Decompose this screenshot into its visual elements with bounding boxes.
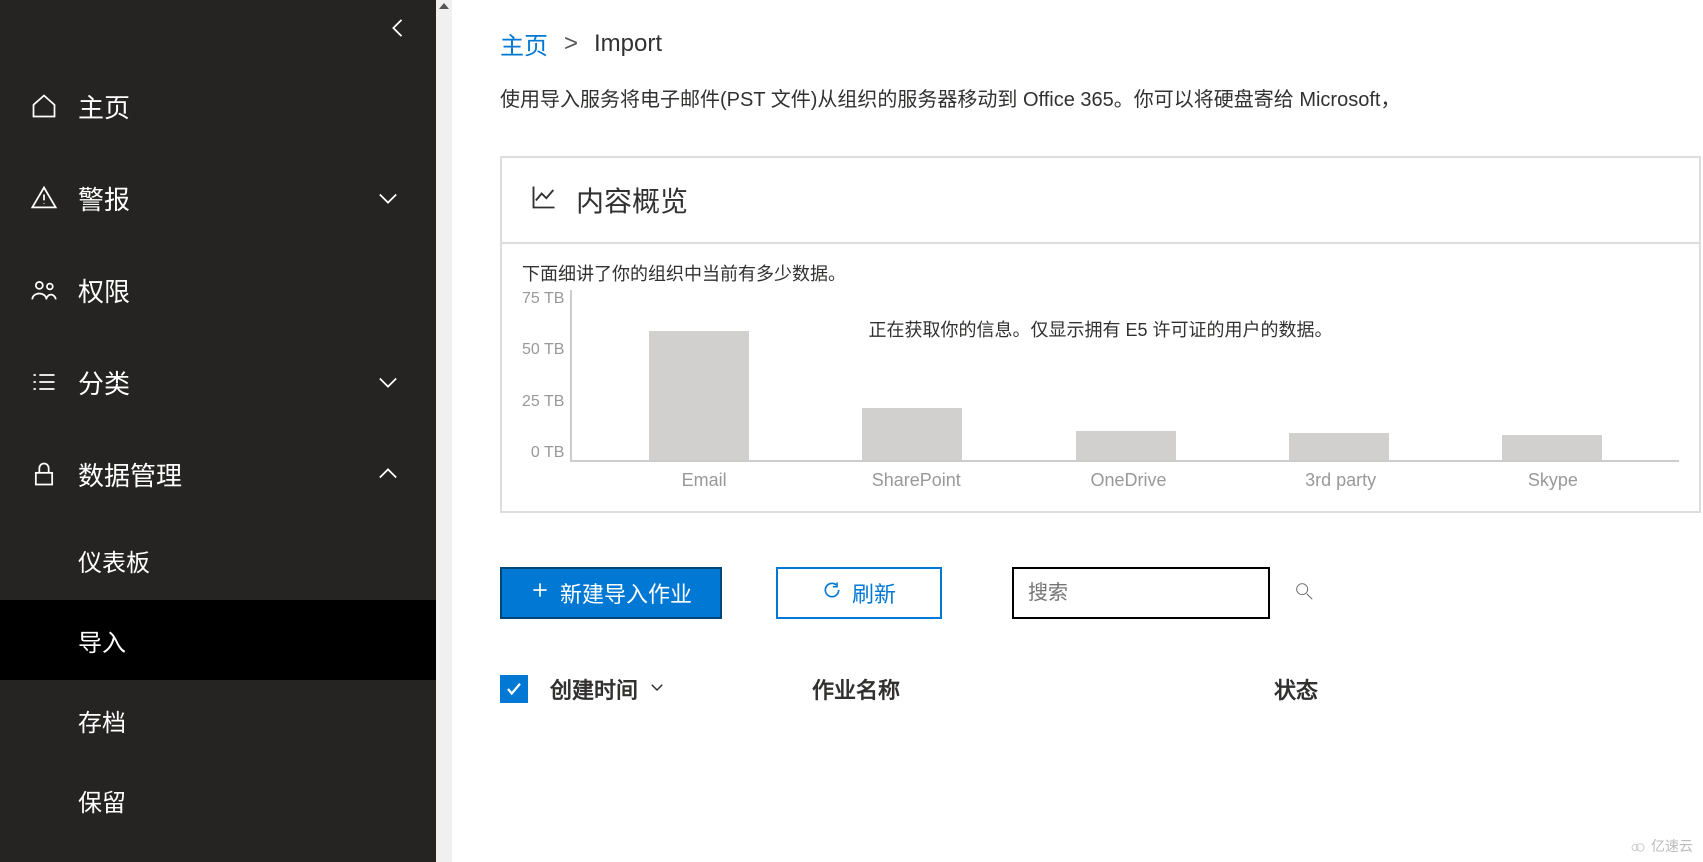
chevron-down-icon <box>374 368 402 396</box>
sidebar-subitem-label: 存档 <box>78 703 126 738</box>
jobs-table-header: 创建时间 作业名称 状态 <box>500 673 1703 705</box>
card-title: 内容概览 <box>576 180 688 220</box>
button-label: 新建导入作业 <box>560 577 692 609</box>
card-header: 内容概览 <box>502 158 1699 244</box>
watermark-text: 亿速云 <box>1651 836 1693 856</box>
search-icon <box>1293 580 1315 607</box>
search-input[interactable] <box>1028 582 1293 605</box>
column-label: 状态 <box>1274 673 1318 705</box>
sidebar-item-data-management[interactable]: 数据管理 <box>0 428 452 520</box>
card-body: 下面细讲了你的组织中当前有多少数据。 正在获取你的信息。仅显示拥有 E5 许可证… <box>502 244 1699 511</box>
chevron-left-icon[interactable] <box>384 14 412 47</box>
column-label: 作业名称 <box>812 673 900 705</box>
sidebar-item-alerts[interactable]: 警报 <box>0 152 452 244</box>
page-description: 使用导入服务将电子邮件(PST 文件)从组织的服务器移动到 Office 365… <box>500 83 1703 112</box>
breadcrumb-home-link[interactable]: 主页 <box>500 26 548 61</box>
sidebar-scrollbar[interactable] <box>436 0 452 862</box>
sidebar-subitem-archive[interactable]: 存档 <box>0 680 452 760</box>
people-icon <box>30 276 58 304</box>
column-header-created[interactable]: 创建时间 <box>550 673 790 705</box>
home-icon <box>30 92 58 120</box>
search-box[interactable] <box>1012 567 1270 619</box>
chart-bar <box>852 408 972 460</box>
select-all-checkbox[interactable] <box>500 675 528 703</box>
chart-loading-note: 正在获取你的信息。仅显示拥有 E5 许可证的用户的数据。 <box>522 316 1679 342</box>
button-label: 刷新 <box>852 577 896 609</box>
sidebar-subitem-label: 仪表板 <box>78 543 150 578</box>
sidebar-collapse-row <box>0 0 452 60</box>
chart-icon <box>530 183 558 218</box>
sidebar-subitem-label: 导入 <box>78 623 126 658</box>
sidebar: 主页 警报 权限 分类 数据管理 仪表板 <box>0 0 452 862</box>
chart-x-label: Email <box>644 462 764 491</box>
chart-x-axis: Email SharePoint OneDrive 3rd party Skype <box>578 462 1679 491</box>
sidebar-item-label: 分类 <box>78 364 130 401</box>
new-import-job-button[interactable]: 新建导入作业 <box>500 567 722 619</box>
card-subdescription: 下面细讲了你的组织中当前有多少数据。 <box>522 260 1679 286</box>
chart-x-label: OneDrive <box>1068 462 1188 491</box>
main-content: 主页 > Import 使用导入服务将电子邮件(PST 文件)从组织的服务器移动… <box>452 0 1703 862</box>
sidebar-item-label: 权限 <box>78 272 130 309</box>
column-label: 创建时间 <box>550 673 638 705</box>
chevron-up-icon <box>374 460 402 488</box>
chart-bar <box>1066 431 1186 460</box>
sidebar-subitem-retention[interactable]: 保留 <box>0 760 452 840</box>
sidebar-item-home[interactable]: 主页 <box>0 60 452 152</box>
watermark: 亿速云 <box>1629 836 1693 856</box>
sidebar-item-permissions[interactable]: 权限 <box>0 244 452 336</box>
sidebar-subitem-label: 保留 <box>78 783 126 818</box>
content-overview-card: 内容概览 下面细讲了你的组织中当前有多少数据。 正在获取你的信息。仅显示拥有 E… <box>500 156 1701 513</box>
chart-bar <box>1492 435 1612 460</box>
chevron-down-icon <box>648 676 666 702</box>
refresh-button[interactable]: 刷新 <box>776 567 942 619</box>
chart-x-label: Skype <box>1493 462 1613 491</box>
sidebar-subitem-import[interactable]: 导入 <box>0 600 452 680</box>
chart-wrap: 正在获取你的信息。仅显示拥有 E5 许可证的用户的数据。 75 TB50 TB2… <box>522 290 1679 491</box>
sidebar-item-label: 主页 <box>78 88 130 125</box>
breadcrumb-current: Import <box>594 30 662 58</box>
column-header-name[interactable]: 作业名称 <box>812 673 1252 705</box>
refresh-icon <box>822 580 842 606</box>
chart-bar <box>639 331 759 460</box>
chart-x-label: SharePoint <box>856 462 976 491</box>
chart-x-label: 3rd party <box>1281 462 1401 491</box>
toolbar: 新建导入作业 刷新 <box>500 567 1703 619</box>
plus-icon <box>530 580 550 606</box>
breadcrumb: 主页 > Import <box>500 26 1703 61</box>
sidebar-item-label: 警报 <box>78 180 130 217</box>
sidebar-subitem-dashboard[interactable]: 仪表板 <box>0 520 452 600</box>
chevron-down-icon <box>374 184 402 212</box>
breadcrumb-separator: > <box>564 30 578 58</box>
sidebar-item-label: 数据管理 <box>78 456 182 493</box>
lock-icon <box>30 460 58 488</box>
sidebar-item-classification[interactable]: 分类 <box>0 336 452 428</box>
column-header-status[interactable]: 状态 <box>1274 673 1318 705</box>
chart-bar <box>1279 433 1399 460</box>
list-icon <box>30 368 58 396</box>
alert-icon <box>30 184 58 212</box>
